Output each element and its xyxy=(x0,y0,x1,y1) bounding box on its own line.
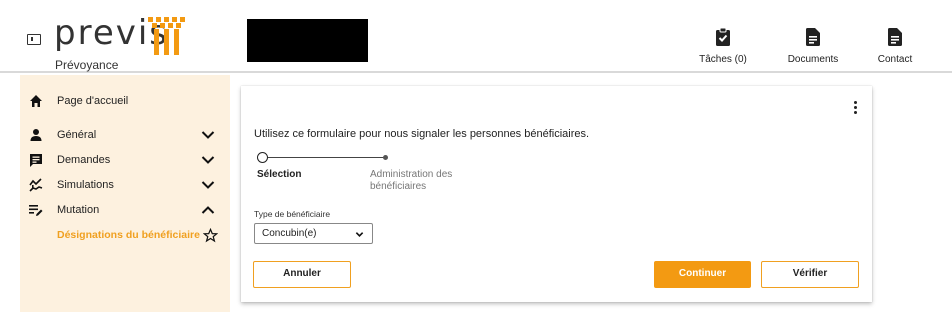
sidebar-item-mutation[interactable]: Mutation xyxy=(20,200,230,220)
step-1-label: Sélection xyxy=(257,169,302,180)
more-options-icon[interactable] xyxy=(851,101,859,117)
contact-button[interactable]: Contact xyxy=(864,28,926,65)
top-header: previs Prévoyance Tâches (0) Documents C… xyxy=(0,0,952,73)
sidebar-item-label: Simulations xyxy=(57,179,114,191)
step-2-label: Administration des bénéficiaires xyxy=(370,169,453,192)
cancel-button[interactable]: Annuler xyxy=(253,261,351,288)
continue-button[interactable]: Continuer xyxy=(654,261,751,288)
document-icon xyxy=(806,28,820,46)
sidebar-item-simulations[interactable]: Simulations xyxy=(20,175,230,195)
sidebar: Page d'accueil Général Demandes Simulati xyxy=(20,75,230,312)
redacted-block xyxy=(247,19,368,62)
document-icon xyxy=(888,28,902,46)
tasks-label: Tâches (0) xyxy=(699,54,747,65)
chevron-down-icon[interactable] xyxy=(201,128,215,142)
sidebar-item-general[interactable]: Général xyxy=(20,125,230,145)
clipboard-check-icon xyxy=(716,28,730,46)
sidebar-item-label: Demandes xyxy=(57,154,111,166)
beneficiary-type-select[interactable]: Concubin(e) xyxy=(254,223,373,244)
sidebar-item-requests[interactable]: Demandes xyxy=(20,150,230,170)
brand-tagline: Prévoyance xyxy=(55,58,119,72)
beneficiary-type-label: Type de bénéficiaire xyxy=(254,209,331,219)
documents-button[interactable]: Documents xyxy=(778,28,848,65)
sidebar-item-label: Mutation xyxy=(57,204,100,216)
chevron-down-icon[interactable] xyxy=(201,178,215,192)
chart-hand-icon xyxy=(29,178,43,192)
sidebar-subitem-label: Désignations du bénéficiaire xyxy=(57,229,200,241)
person-icon xyxy=(30,129,42,141)
chevron-up-icon[interactable] xyxy=(201,203,215,217)
form-intro-text: Utilisez ce formulaire pour nous signale… xyxy=(254,128,590,140)
step-1-indicator xyxy=(257,152,268,163)
brand-logo-mark-icon xyxy=(148,17,185,55)
chat-list-icon xyxy=(30,154,42,167)
step-connector xyxy=(268,157,384,158)
sidebar-item-label: Général xyxy=(57,129,97,141)
chevron-down-icon xyxy=(355,232,364,237)
documents-label: Documents xyxy=(787,54,839,65)
beneficiary-form-card: Utilisez ce formulaire pour nous signale… xyxy=(241,86,872,302)
sidebar-item-label: Page d'accueil xyxy=(57,95,129,107)
home-icon xyxy=(30,95,42,107)
contact-label: Contact xyxy=(877,54,913,65)
step-2-indicator xyxy=(383,155,388,160)
chevron-down-icon[interactable] xyxy=(201,153,215,167)
verify-button[interactable]: Vérifier xyxy=(761,261,859,288)
sidebar-toggle-icon[interactable] xyxy=(27,34,41,45)
star-icon[interactable] xyxy=(203,228,218,243)
tasks-button[interactable]: Tâches (0) xyxy=(690,28,756,65)
sidebar-subitem-beneficiary-designations[interactable]: Désignations du bénéficiaire xyxy=(57,228,227,247)
beneficiary-type-value: Concubin(e) xyxy=(262,228,317,239)
form-stepper: Sélection Administration des bénéficiair… xyxy=(255,152,505,202)
edit-list-icon xyxy=(29,205,43,216)
sidebar-item-home[interactable]: Page d'accueil xyxy=(20,91,230,111)
